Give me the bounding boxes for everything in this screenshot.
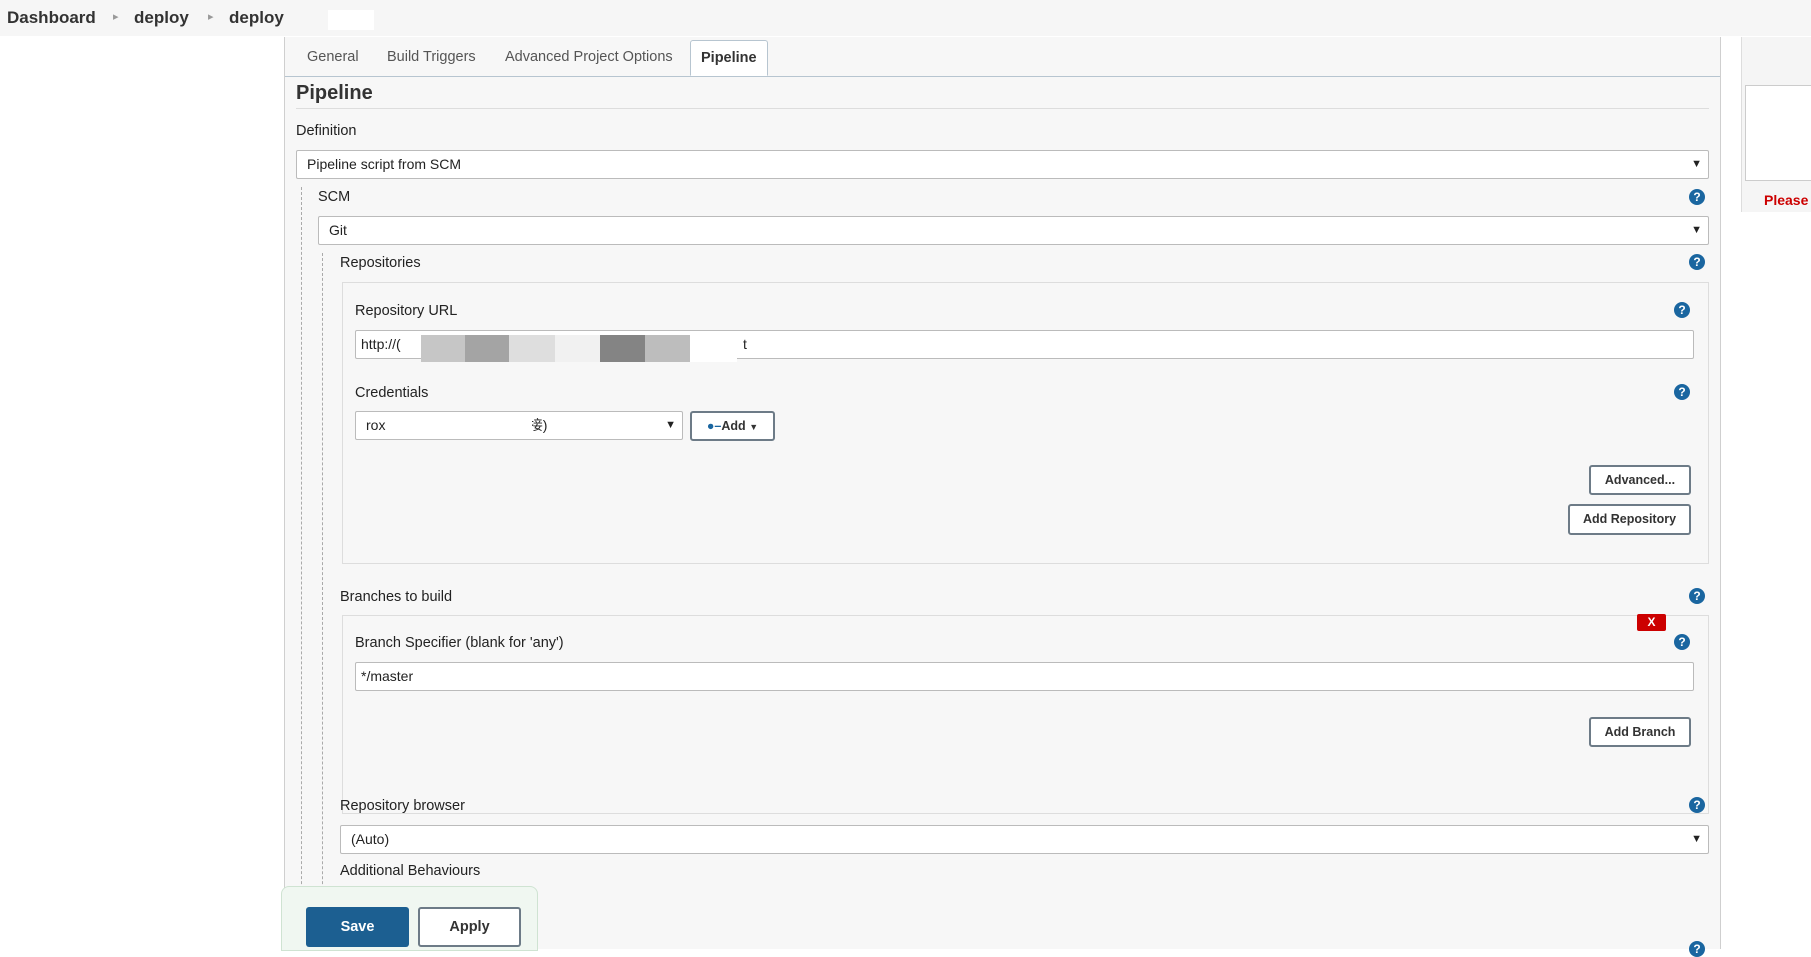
- branch-specifier-value: */master: [361, 668, 414, 684]
- help-icon[interactable]: ?: [1689, 254, 1705, 270]
- definition-value: Pipeline script from SCM: [307, 156, 462, 172]
- help-icon[interactable]: ?: [1689, 189, 1705, 205]
- repository-browser-value: (Auto): [351, 831, 390, 847]
- url-redaction: [509, 335, 555, 362]
- save-button[interactable]: Save: [306, 907, 409, 947]
- repository-url-suffix: t: [743, 336, 747, 352]
- nested-guide: [322, 253, 323, 949]
- help-icon[interactable]: ?: [1674, 302, 1690, 318]
- side-warning-text: Please: [1764, 192, 1809, 208]
- chevron-right-icon: ▸: [208, 11, 214, 23]
- help-icon[interactable]: ?: [1674, 634, 1690, 650]
- help-icon[interactable]: ?: [1689, 941, 1705, 957]
- tab-general[interactable]: General: [307, 49, 359, 65]
- credentials-redaction: [389, 413, 532, 437]
- branch-specifier-label: Branch Specifier (blank for 'any'): [355, 635, 564, 651]
- caret-down-icon: ▼: [1691, 833, 1702, 845]
- url-redaction: [645, 335, 690, 362]
- breadcrumb: Dashboard ▸ deploy ▸ deploy: [0, 0, 1811, 36]
- breadcrumb-dashboard[interactable]: Dashboard: [7, 8, 96, 28]
- nested-guide: [301, 187, 302, 949]
- url-redaction: [555, 335, 600, 362]
- delete-branch-button[interactable]: X: [1637, 614, 1666, 631]
- branch-specifier-input[interactable]: */master: [355, 662, 1694, 691]
- advanced-button[interactable]: Advanced...: [1589, 465, 1691, 495]
- additional-behaviours-label: Additional Behaviours: [340, 863, 481, 879]
- url-redaction: [690, 335, 737, 362]
- definition-select[interactable]: Pipeline script from SCM ▼: [296, 150, 1709, 179]
- tab-pipeline[interactable]: Pipeline: [690, 40, 768, 76]
- apply-button[interactable]: Apply: [418, 907, 521, 947]
- add-repository-button[interactable]: Add Repository: [1568, 504, 1691, 535]
- repository-url-prefix: http://(: [361, 336, 401, 352]
- url-redaction: [600, 335, 645, 362]
- chevron-right-icon: ▸: [113, 11, 119, 23]
- credentials-prefix: rox: [366, 417, 386, 433]
- caret-down-icon: ▼: [665, 419, 676, 431]
- add-branch-button[interactable]: Add Branch: [1589, 717, 1691, 747]
- branches-label: Branches to build: [340, 589, 453, 605]
- help-icon[interactable]: ?: [1689, 588, 1705, 604]
- repository-browser-label: Repository browser: [340, 798, 465, 814]
- breadcrumb-folder[interactable]: deploy: [134, 8, 189, 28]
- config-tabs: General Build Triggers Advanced Project …: [285, 37, 1720, 77]
- tab-advanced-project-options[interactable]: Advanced Project Options: [505, 49, 673, 65]
- help-icon[interactable]: ?: [1689, 797, 1705, 813]
- scm-value: Git: [329, 222, 347, 238]
- help-icon[interactable]: ?: [1674, 384, 1690, 400]
- definition-label: Definition: [296, 123, 357, 139]
- caret-down-icon: ▼: [749, 422, 759, 432]
- scm-label: SCM: [318, 189, 351, 205]
- url-redaction: [465, 335, 509, 362]
- redaction: [328, 10, 374, 30]
- repository-browser-select[interactable]: (Auto) ▼: [340, 825, 1709, 854]
- caret-down-icon: ▼: [1691, 158, 1702, 170]
- tab-build-triggers[interactable]: Build Triggers: [387, 49, 476, 65]
- section-divider: [296, 108, 1709, 109]
- add-credentials-button[interactable]: ●–Add ▼: [690, 411, 775, 441]
- repositories-label: Repositories: [340, 255, 421, 271]
- key-icon: ●–: [706, 419, 722, 433]
- config-panel: General Build Triggers Advanced Project …: [284, 37, 1721, 957]
- scm-select[interactable]: Git ▼: [318, 216, 1709, 245]
- repository-url-label: Repository URL: [355, 303, 458, 319]
- caret-down-icon: ▼: [1691, 224, 1702, 236]
- section-title: Pipeline: [296, 82, 373, 104]
- add-credentials-label: Add: [721, 419, 746, 433]
- side-textarea[interactable]: [1745, 85, 1811, 181]
- breadcrumb-job[interactable]: deploy: [229, 8, 284, 28]
- url-redaction: [421, 335, 465, 362]
- credentials-label: Credentials: [355, 385, 429, 401]
